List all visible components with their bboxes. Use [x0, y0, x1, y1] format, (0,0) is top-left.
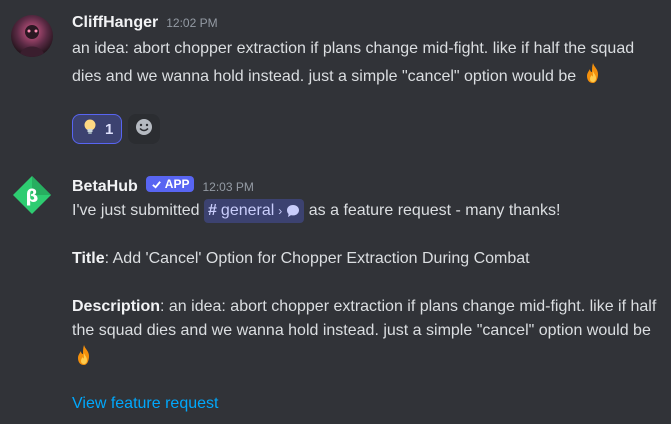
app-badge: APP: [145, 176, 195, 192]
channel-name: general: [220, 202, 275, 219]
add-reaction-button[interactable]: [128, 114, 161, 144]
intro-line: I've just submitted # general › as a fea…: [72, 199, 667, 223]
description-line: Description: an idea: abort chopper extr…: [72, 295, 667, 375]
username[interactable]: CliffHanger: [72, 14, 158, 32]
message-header: BetaHub APP 12:03 PM: [72, 176, 254, 196]
message-header: CliffHanger 12:02 PM: [72, 14, 218, 32]
message-text: an idea: abort chopper extraction if pla…: [72, 40, 635, 85]
verified-check-icon: [152, 180, 161, 189]
avatar-cliffhanger[interactable]: [11, 15, 53, 57]
title-value: : Add 'Cancel' Option for Chopper Extrac…: [104, 250, 530, 267]
channel-hash: #: [208, 202, 217, 219]
thread-bubble-icon: [286, 204, 300, 218]
description-value: : an idea: abort chopper extraction if p…: [72, 298, 657, 339]
username[interactable]: BetaHub: [72, 178, 138, 196]
intro-before: I've just submitted: [72, 202, 200, 219]
message-content: I've just submitted # general › as a fea…: [72, 199, 667, 375]
title-label: Title: [72, 250, 105, 267]
fire-emoji-icon: [581, 61, 605, 93]
svg-text:β: β: [26, 186, 39, 207]
timestamp[interactable]: 12:03 PM: [202, 180, 253, 194]
description-label: Description: [72, 298, 161, 315]
smiley-add-reaction-icon: [134, 117, 154, 142]
avatar-betahub[interactable]: β: [11, 174, 53, 216]
lightbulb-emoji-icon: [81, 118, 99, 141]
chevron-right-icon: ›: [278, 204, 283, 218]
reactions-bar: 1: [72, 114, 161, 144]
reaction-lightbulb[interactable]: 1: [72, 114, 123, 144]
timestamp[interactable]: 12:02 PM: [166, 16, 217, 30]
reaction-count: 1: [105, 120, 114, 138]
channel-mention[interactable]: # general ›: [204, 199, 305, 223]
title-line: Title: Add 'Cancel' Option for Chopper E…: [72, 247, 667, 271]
app-badge-label: APP: [164, 177, 190, 191]
fire-emoji-icon: [72, 343, 96, 375]
view-feature-request-link[interactable]: View feature request: [72, 395, 218, 413]
message-content: an idea: abort chopper extraction if pla…: [72, 37, 667, 93]
intro-after: as a feature request - many thanks!: [308, 202, 561, 219]
